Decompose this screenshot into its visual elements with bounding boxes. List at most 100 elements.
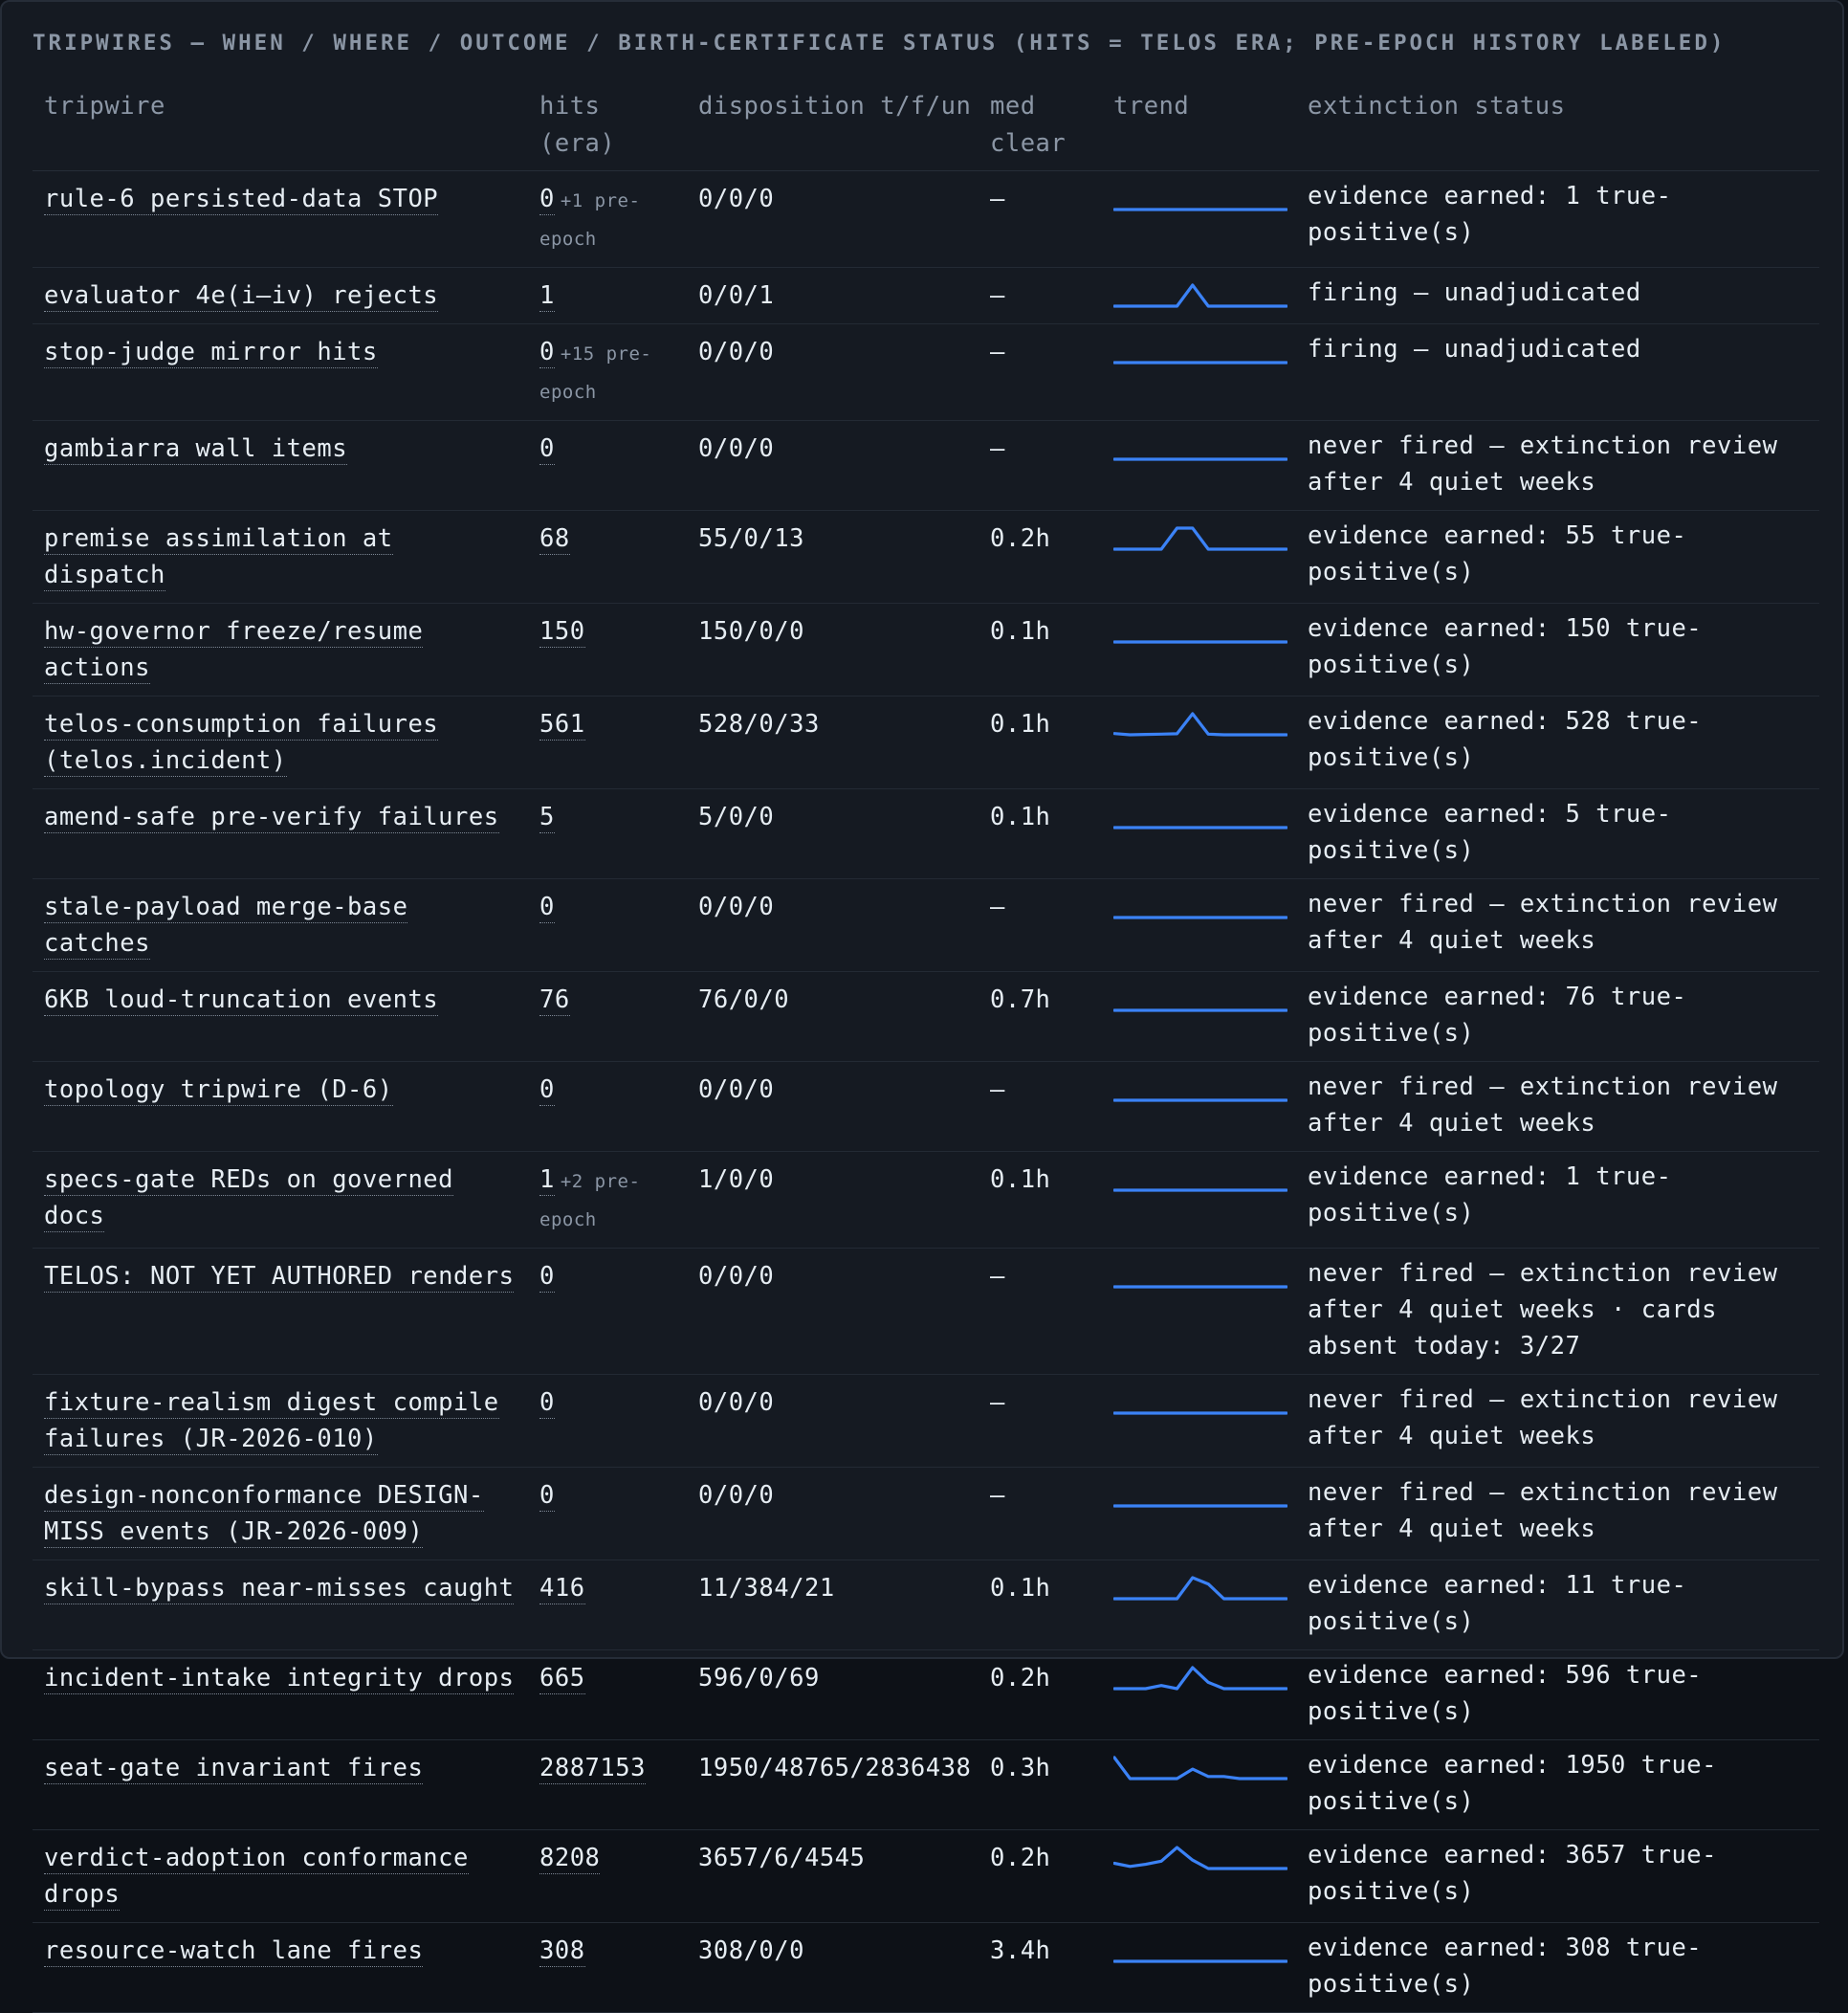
tripwire-name-link[interactable]: seat-gate invariant fires	[44, 1754, 424, 1784]
tripwire-name-link[interactable]: verdict-adoption conformance drops	[44, 1844, 469, 1911]
hits-value-link[interactable]: 0	[539, 1481, 555, 1512]
extinction-status-cell: evidence earned: 1 true-positive(s)	[1296, 170, 1819, 268]
trend-cell	[1102, 696, 1296, 789]
tripwire-name-link[interactable]: 6KB loud-truncation events	[44, 985, 439, 1016]
table-row: specs-gate REDs on governed docs 1 +2 pre-…	[33, 1151, 1819, 1249]
extinction-status-cell: never fired — extinction review after 4 …	[1296, 1374, 1819, 1468]
hits-value-link[interactable]: 0	[539, 338, 555, 368]
hits-value-link[interactable]: 150	[539, 617, 585, 648]
disposition-cell: 0/0/0	[687, 1374, 979, 1468]
trend-line	[1113, 1756, 1287, 1781]
tripwire-cell: topology tripwire (D-6)	[33, 1061, 528, 1152]
tripwire-cell: rule-6 persisted-data STOP	[33, 170, 528, 268]
tripwire-name-link[interactable]: evaluator 4e(i–iv) rejects	[44, 281, 439, 312]
tripwire-cell: hw-governor freeze/resume actions	[33, 603, 528, 697]
tripwire-cell: fixture-realism digest compile failures …	[33, 1374, 528, 1468]
trend-sparkline	[1113, 640, 1287, 644]
tripwire-name-link[interactable]: topology tripwire (D-6)	[44, 1075, 393, 1106]
med-clear-cell: —	[979, 1374, 1102, 1468]
hits-value-link[interactable]: 0	[539, 185, 555, 215]
tripwire-cell: 6KB loud-truncation events	[33, 971, 528, 1062]
hits-cell: 2887153	[528, 1739, 687, 1830]
hits-cell: 561	[528, 696, 687, 789]
tripwire-name-link[interactable]: resource-watch lane fires	[44, 1936, 424, 1967]
tripwire-name-link[interactable]: specs-gate REDs on governed docs	[44, 1165, 454, 1232]
trend-line	[1113, 712, 1287, 737]
hits-cell: 76	[528, 971, 687, 1062]
trend-cell	[1102, 1061, 1296, 1152]
tripwire-name-link[interactable]: hw-governor freeze/resume actions	[44, 617, 424, 684]
tripwire-name-link[interactable]: skill-bypass near-misses caught	[44, 1574, 515, 1604]
hits-cell: 665	[528, 1649, 687, 1740]
table-row: rule-6 persisted-data STOP 0 +1 pre-epoch 0…	[33, 170, 1819, 268]
hits-value-link[interactable]: 68	[539, 524, 570, 555]
trend-line	[1113, 1576, 1287, 1601]
hits-value-link[interactable]: 665	[539, 1664, 585, 1694]
tripwires-table: tripwire hits (era) disposition t/f/un m…	[33, 88, 1819, 2013]
tripwire-name-link[interactable]: telos-consumption failures (telos.incide…	[44, 710, 439, 777]
hits-value-link[interactable]: 1	[539, 1165, 555, 1196]
extinction-status-cell: evidence earned: 1950 true-positive(s)	[1296, 1739, 1819, 1830]
hits-cell: 0 +1 pre-epoch	[528, 170, 687, 268]
tripwire-name-link[interactable]: TELOS: NOT YET AUTHORED renders	[44, 1262, 515, 1293]
tripwire-name-link[interactable]: incident-intake integrity drops	[44, 1664, 515, 1694]
disposition-cell: 0/0/1	[687, 267, 979, 324]
table-row: skill-bypass near-misses caught 416 11/384…	[33, 1560, 1819, 1650]
hits-cell: 416	[528, 1560, 687, 1650]
hits-cell: 8208	[528, 1829, 687, 1923]
table-row: verdict-adoption conformance drops 8208 36…	[33, 1829, 1819, 1923]
med-clear-cell: 0.1h	[979, 1151, 1102, 1249]
hits-value-link[interactable]: 8208	[539, 1844, 601, 1874]
tripwire-name-link[interactable]: gambiarra wall items	[44, 434, 348, 465]
hits-cell: 150	[528, 603, 687, 697]
trend-sparkline	[1113, 1756, 1287, 1781]
trend-cell	[1102, 420, 1296, 511]
tripwire-name-link[interactable]: fixture-realism digest compile failures …	[44, 1388, 499, 1455]
tripwire-cell: seat-gate invariant fires	[33, 1739, 528, 1830]
col-header-hits-line2: (era)	[539, 129, 616, 158]
hits-value-link[interactable]: 0	[539, 434, 555, 465]
table-body: rule-6 persisted-data STOP 0 +1 pre-epoch 0…	[33, 170, 1819, 2013]
trend-sparkline	[1113, 1959, 1287, 1963]
trend-sparkline	[1113, 526, 1287, 551]
hits-value-link[interactable]: 2887153	[539, 1754, 646, 1784]
disposition-cell: 1/0/0	[687, 1151, 979, 1249]
tripwire-name-link[interactable]: premise assimilation at dispatch	[44, 524, 393, 591]
tripwire-cell: design-nonconformance DESIGN-MISS events…	[33, 1467, 528, 1560]
tripwire-cell: gambiarra wall items	[33, 420, 528, 511]
tripwire-name-link[interactable]: amend-safe pre-verify failures	[44, 803, 499, 833]
hits-value-link[interactable]: 0	[539, 893, 555, 923]
pre-epoch-note: +15 pre-epoch	[539, 343, 652, 403]
extinction-status-cell: never fired — extinction review after 4 …	[1296, 878, 1819, 972]
tripwires-panel: TRIPWIRES — WHEN / WHERE / OUTCOME / BIR…	[0, 0, 1844, 2013]
disposition-cell: 1950/48765/2836438	[687, 1739, 979, 1830]
table-row: design-nonconformance DESIGN-MISS events…	[33, 1467, 1819, 1560]
extinction-status-cell: firing — unadjudicated	[1296, 323, 1819, 421]
trend-cell	[1102, 1829, 1296, 1923]
med-clear-cell: —	[979, 170, 1102, 268]
tripwire-name-link[interactable]: stop-judge mirror hits	[44, 338, 378, 368]
table-row: fixture-realism digest compile failures …	[33, 1374, 1819, 1468]
hits-value-link[interactable]: 0	[539, 1075, 555, 1106]
hits-value-link[interactable]: 5	[539, 803, 555, 833]
disposition-cell: 0/0/0	[687, 878, 979, 972]
trend-cell	[1102, 267, 1296, 324]
disposition-cell: 0/0/0	[687, 420, 979, 511]
trend-line	[1113, 1666, 1287, 1691]
hits-cell: 0 +15 pre-epoch	[528, 323, 687, 421]
hits-value-link[interactable]: 0	[539, 1388, 555, 1419]
hits-value-link[interactable]: 0	[539, 1262, 555, 1293]
tripwire-name-link[interactable]: design-nonconformance DESIGN-MISS events…	[44, 1481, 484, 1548]
hits-value-link[interactable]: 308	[539, 1936, 585, 1967]
hits-value-link[interactable]: 1	[539, 281, 555, 312]
hits-value-link[interactable]: 416	[539, 1574, 585, 1604]
tripwire-name-link[interactable]: stale-payload merge-base catches	[44, 893, 408, 960]
hits-value-link[interactable]: 561	[539, 710, 585, 741]
tripwire-name-link[interactable]: rule-6 persisted-data STOP	[44, 185, 439, 215]
trend-cell	[1102, 878, 1296, 972]
extinction-status-cell: never fired — extinction review after 4 …	[1296, 1061, 1819, 1152]
col-header-med-line1: med	[990, 92, 1036, 121]
trend-sparkline	[1113, 712, 1287, 737]
trend-cell	[1102, 1374, 1296, 1468]
hits-value-link[interactable]: 76	[539, 985, 570, 1016]
